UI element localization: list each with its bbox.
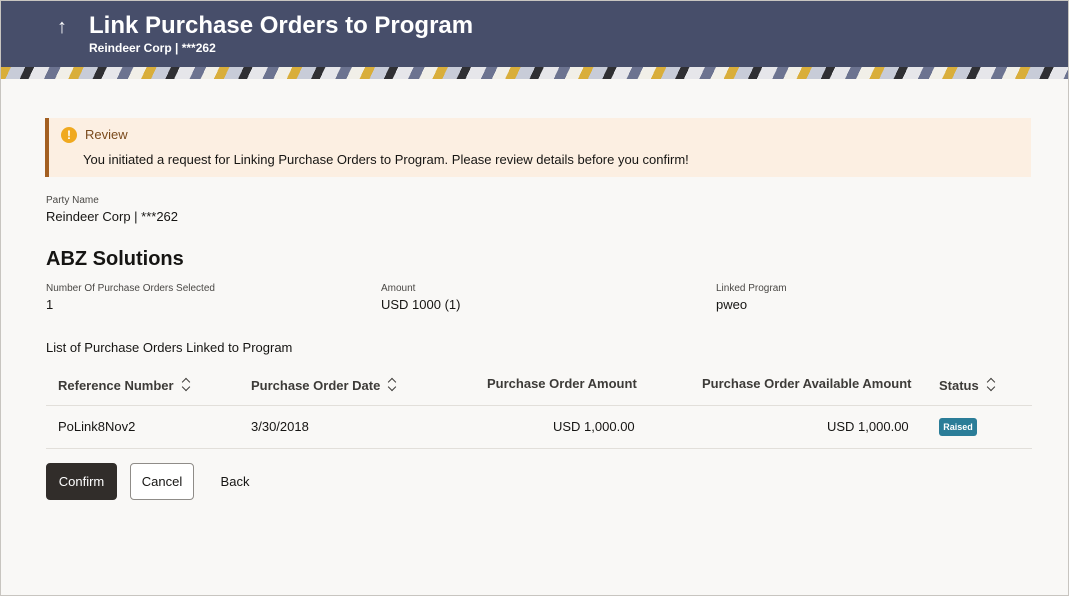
- column-header-label: Purchase Order Date: [251, 378, 381, 393]
- column-header-label: Reference Number: [58, 378, 174, 393]
- sort-icon[interactable]: [182, 378, 192, 392]
- sort-icon[interactable]: [987, 378, 997, 392]
- po-count-value: 1: [46, 297, 54, 312]
- column-header-reference[interactable]: Reference Number: [58, 376, 192, 393]
- column-header-label: Status: [939, 378, 979, 393]
- column-header-label: Purchase Order Amount: [487, 376, 637, 391]
- page-subtitle: Reindeer Corp | ***262: [89, 41, 216, 55]
- column-header-date[interactable]: Purchase Order Date: [251, 376, 398, 393]
- confirm-button[interactable]: Confirm: [46, 463, 117, 500]
- amount-value: USD 1000 (1): [381, 297, 461, 312]
- table-row: PoLink8Nov2 3/30/2018 USD 1,000.00 USD 1…: [46, 406, 1032, 449]
- page-title: Link Purchase Orders to Program: [89, 12, 474, 39]
- info-icon: !: [61, 127, 77, 143]
- status-badge: Raised: [939, 418, 977, 436]
- alert-title: Review: [85, 127, 128, 142]
- column-header-amount: Purchase Order Amount: [487, 376, 637, 391]
- party-name-value: Reindeer Corp | ***262: [46, 209, 179, 224]
- cell-amount: USD 1,000.00: [553, 419, 635, 434]
- alert-message: You initiated a request for Linking Purc…: [83, 152, 689, 167]
- column-header-label: Purchase Order Available Amount: [702, 376, 912, 391]
- cell-date: 3/30/2018: [251, 419, 309, 434]
- page-header: ↑ Link Purchase Orders to Program Reinde…: [1, 1, 1068, 67]
- po-count-label: Number Of Purchase Orders Selected: [46, 283, 215, 294]
- table-header: Reference Number Purchase Order Date Pur…: [46, 363, 1032, 406]
- decorative-banner: [1, 67, 1068, 79]
- app-frame: ↑ Link Purchase Orders to Program Reinde…: [0, 0, 1069, 596]
- purchase-orders-table: Reference Number Purchase Order Date Pur…: [46, 363, 1032, 449]
- list-title: List of Purchase Orders Linked to Progra…: [46, 340, 293, 355]
- back-arrow-icon[interactable]: ↑: [57, 15, 71, 39]
- back-button[interactable]: Back: [210, 463, 260, 500]
- cell-reference: PoLink8Nov2: [58, 419, 136, 434]
- section-title: ABZ Solutions: [46, 248, 184, 270]
- column-header-available-amount: Purchase Order Available Amount: [702, 376, 912, 391]
- party-name-label: Party Name: [46, 195, 99, 206]
- cell-available-amount: USD 1,000.00: [827, 419, 909, 434]
- sort-icon[interactable]: [388, 378, 398, 392]
- column-header-status[interactable]: Status: [939, 376, 997, 393]
- amount-label: Amount: [381, 283, 416, 294]
- cancel-button[interactable]: Cancel: [130, 463, 194, 500]
- linked-program-value: pweo: [716, 297, 748, 312]
- linked-program-label: Linked Program: [716, 283, 787, 294]
- review-alert: ! Review You initiated a request for Lin…: [45, 118, 1031, 177]
